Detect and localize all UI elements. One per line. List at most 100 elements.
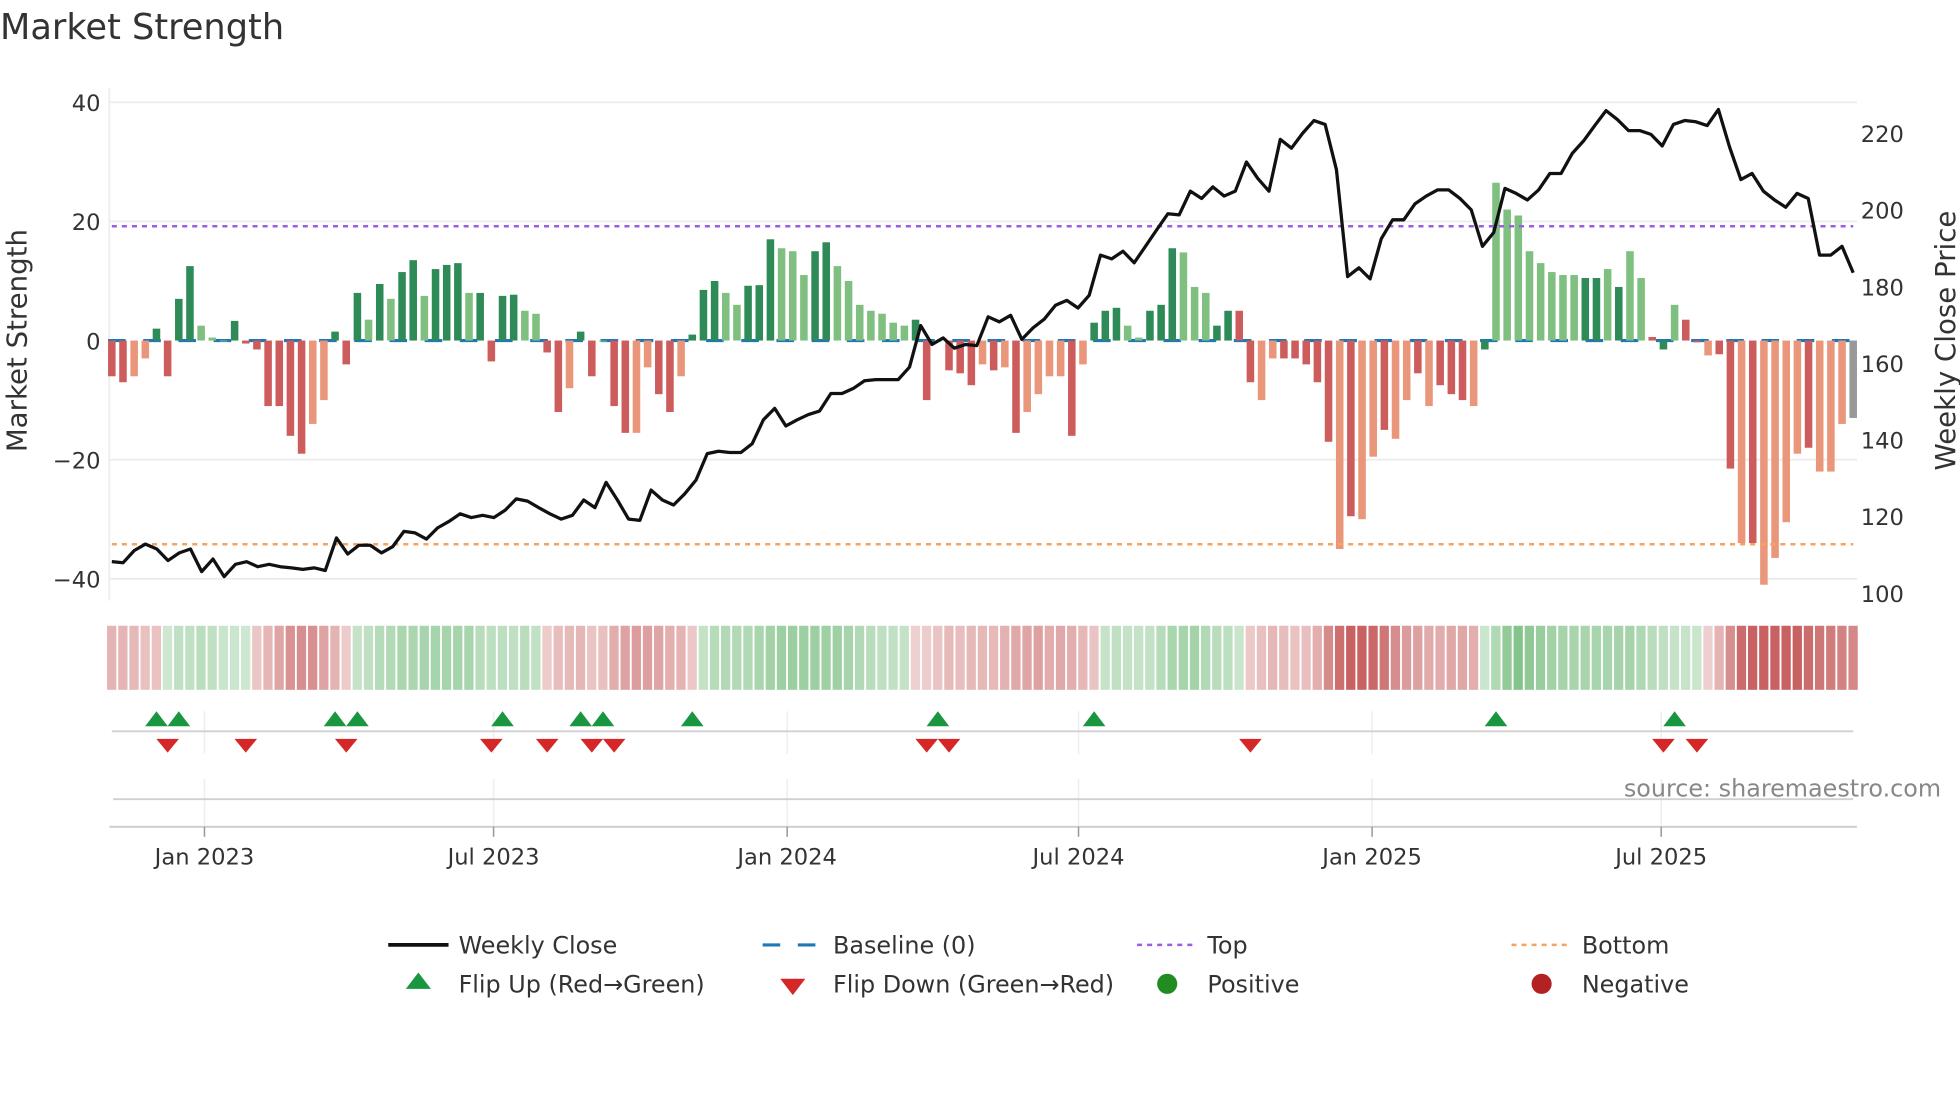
flip-down-marker bbox=[535, 738, 559, 753]
strip-cell bbox=[1145, 625, 1155, 690]
flip-up-marker bbox=[323, 711, 347, 727]
legend-item-weekly-close[interactable]: Weekly Close bbox=[388, 932, 617, 960]
strip-cell bbox=[732, 625, 742, 690]
strength-bar bbox=[1324, 340, 1333, 442]
strip-cell bbox=[1658, 625, 1668, 690]
strength-bar bbox=[1201, 292, 1210, 341]
strip-cell bbox=[1837, 625, 1847, 690]
strength-bar bbox=[699, 289, 708, 341]
strip-cell bbox=[408, 625, 418, 690]
strip-cell bbox=[1022, 625, 1032, 690]
strip-cell bbox=[1491, 625, 1501, 690]
strip-cell bbox=[877, 625, 887, 690]
flip-up-marker bbox=[491, 711, 514, 727]
strength-bar bbox=[1715, 340, 1724, 355]
flip-up-marker bbox=[591, 711, 615, 727]
strength-bar bbox=[1748, 340, 1757, 544]
x-tick-label: Jan 2025 bbox=[1320, 844, 1422, 870]
strength-bar bbox=[1068, 340, 1076, 436]
y2-tick-label: 220 bbox=[1861, 122, 1904, 148]
legend-item-top[interactable]: Top bbox=[1137, 932, 1248, 960]
strip-cell bbox=[430, 625, 441, 690]
flip-up-marker bbox=[680, 711, 704, 727]
legend-label: Flip Down (Green→Red) bbox=[833, 971, 1114, 999]
strip-cell bbox=[1781, 625, 1791, 690]
strip-cell bbox=[464, 625, 474, 690]
strip-cell bbox=[676, 625, 686, 690]
strength-bar bbox=[800, 275, 808, 341]
triangle-down-icon bbox=[780, 978, 806, 996]
strip-cell bbox=[1245, 625, 1255, 690]
strength-bar bbox=[1581, 278, 1590, 341]
strip-cell bbox=[977, 625, 988, 690]
x-tick-label: Jul 2023 bbox=[446, 844, 540, 870]
strip-cell bbox=[799, 625, 809, 690]
strength-bar bbox=[889, 322, 897, 341]
strength-bar bbox=[1224, 310, 1232, 341]
strip-cell bbox=[1000, 625, 1010, 690]
legend-item-flip-up[interactable]: Flip Up (Red→Green) bbox=[405, 971, 705, 999]
strip-cell bbox=[1390, 625, 1401, 690]
legend-item-flip-down[interactable]: Flip Down (Green→Red) bbox=[780, 971, 1114, 999]
legend-item-bottom[interactable]: Bottom bbox=[1511, 932, 1669, 960]
strength-bar bbox=[442, 264, 451, 341]
strip-cell bbox=[285, 625, 295, 690]
strip-cell bbox=[587, 625, 597, 690]
strip-cell bbox=[1368, 625, 1378, 690]
strip-cell bbox=[1602, 625, 1613, 690]
strength-bar bbox=[308, 340, 317, 424]
strip-cell bbox=[1156, 625, 1166, 690]
strength-bar bbox=[1503, 209, 1511, 341]
strip-cell bbox=[1524, 625, 1535, 690]
triangle-up-icon bbox=[405, 972, 431, 989]
strength-bar bbox=[487, 340, 496, 362]
flip-up-marker bbox=[569, 711, 592, 727]
flip-down-marker bbox=[334, 738, 358, 753]
dot-icon bbox=[1531, 973, 1552, 994]
strip-cell bbox=[709, 625, 720, 690]
strength-bar bbox=[521, 310, 529, 341]
strip-cell bbox=[1167, 625, 1177, 690]
strength-bar bbox=[1001, 340, 1009, 368]
legend-label: Weekly Close bbox=[459, 932, 618, 960]
y-tick-label: 20 bbox=[72, 210, 101, 236]
strength-bar bbox=[1514, 215, 1523, 341]
strip-cell bbox=[687, 625, 697, 690]
legend-item-baseline[interactable]: Baseline (0) bbox=[762, 932, 976, 960]
strength-bar bbox=[431, 269, 440, 341]
strip-cell bbox=[1714, 625, 1724, 690]
strip-cell bbox=[1089, 625, 1099, 690]
strip-cell bbox=[1669, 625, 1680, 690]
strength-bar bbox=[766, 239, 775, 341]
strip-cell bbox=[1435, 625, 1445, 690]
strength-bar bbox=[219, 340, 228, 342]
strength-bar bbox=[398, 272, 406, 341]
strip-cell bbox=[1200, 625, 1211, 690]
strip-cell bbox=[1591, 625, 1601, 690]
strip-cell bbox=[1614, 625, 1624, 690]
legend-item-negative[interactable]: Negative bbox=[1531, 971, 1689, 999]
flip-up-marker bbox=[926, 711, 950, 727]
strip-cell bbox=[107, 625, 117, 690]
legend-item-positive[interactable]: Positive bbox=[1157, 971, 1299, 999]
strength-bar bbox=[1659, 340, 1668, 350]
strength-bar bbox=[922, 340, 931, 401]
strip-cell bbox=[274, 625, 284, 690]
strip-cell bbox=[218, 625, 228, 690]
strength-bar bbox=[1335, 340, 1344, 549]
strength-bar bbox=[1827, 340, 1835, 472]
strip-cell bbox=[654, 625, 664, 690]
strip-cell bbox=[609, 625, 619, 690]
strength-bar bbox=[554, 340, 563, 413]
strength-bar bbox=[710, 280, 719, 341]
strength-bar bbox=[1458, 340, 1467, 401]
flip-down-marker bbox=[234, 738, 258, 753]
strength-bar bbox=[264, 340, 272, 407]
strip-cell bbox=[1379, 625, 1389, 690]
flip-down-marker bbox=[156, 738, 179, 753]
strip-cell bbox=[1189, 625, 1200, 690]
strength-bar bbox=[1246, 340, 1255, 383]
strength-bar bbox=[867, 310, 875, 341]
strip-cell bbox=[1468, 625, 1479, 690]
strength-bar bbox=[1380, 340, 1389, 430]
